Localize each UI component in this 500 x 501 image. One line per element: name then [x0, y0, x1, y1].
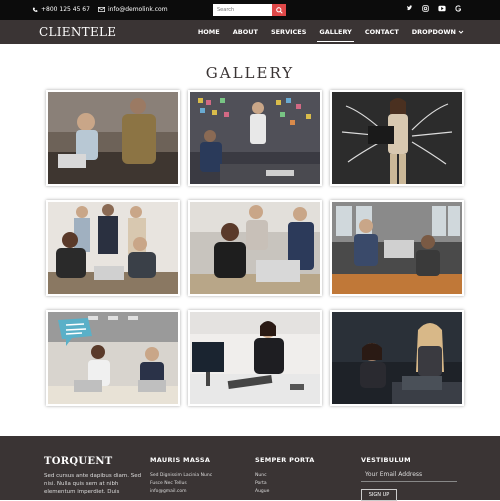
- gallery-image: [332, 92, 462, 184]
- mail-icon: [97, 7, 105, 12]
- gallery-title: GALLERY: [205, 64, 295, 82]
- footer-heading: TORQUENT: [44, 456, 113, 467]
- nav-menu: HOME ABOUT SERVICES GALLERY CONTACT DROP…: [198, 20, 464, 44]
- nav-dropdown-label: DROPDOWN: [411, 28, 456, 36]
- footer-link[interactable]: Porta: [255, 480, 315, 488]
- brand-logo[interactable]: CLIENTELE: [39, 25, 116, 39]
- footer-heading: VESTIBULUM: [361, 456, 411, 464]
- gallery-image: [48, 312, 178, 404]
- newsletter-email-input[interactable]: Your Email Address: [361, 471, 457, 482]
- social-links: [406, 5, 462, 12]
- search-input[interactable]: [213, 4, 273, 16]
- gallery-image: [190, 92, 320, 184]
- chevron-down-icon: [458, 30, 464, 34]
- search-icon: [275, 6, 283, 14]
- gallery-image: [332, 202, 462, 294]
- gallery-image: [190, 202, 320, 294]
- nav-gallery[interactable]: GALLERY: [317, 20, 355, 44]
- gallery-item[interactable]: [330, 310, 464, 406]
- contact-info: +800 125 45 67 info@demolink.com: [32, 6, 168, 13]
- gallery-item[interactable]: [330, 200, 464, 296]
- site-footer: TORQUENT Sed cursus ante dapibus diam. S…: [0, 436, 500, 501]
- gallery-item[interactable]: [330, 90, 464, 186]
- gallery-image: [332, 312, 462, 404]
- google-icon[interactable]: [455, 5, 462, 12]
- gallery-item[interactable]: [46, 90, 180, 186]
- signup-button[interactable]: SIGN UP: [361, 489, 397, 501]
- footer-link[interactable]: Augue: [255, 488, 315, 496]
- top-bar: +800 125 45 67 info@demolink.com: [0, 0, 500, 20]
- nav-home[interactable]: HOME: [198, 20, 220, 44]
- gallery-image: [48, 202, 178, 294]
- footer-link[interactable]: Fusce Nec Tellus: [150, 480, 212, 488]
- phone-icon: [32, 7, 38, 12]
- gallery-image: [48, 92, 178, 184]
- gallery-item[interactable]: [188, 310, 322, 406]
- nav-about[interactable]: ABOUT: [233, 20, 258, 44]
- email-contact[interactable]: info@demolink.com: [97, 6, 168, 13]
- main-navbar: CLIENTELE HOME ABOUT SERVICES GALLERY CO…: [0, 20, 500, 44]
- footer-heading: MAURIS MASSA: [150, 456, 211, 464]
- gallery-item[interactable]: [46, 200, 180, 296]
- nav-services[interactable]: SERVICES: [271, 20, 306, 44]
- nav-contact[interactable]: CONTACT: [365, 20, 399, 44]
- email-address: info@demolink.com: [107, 6, 168, 13]
- gallery-item[interactable]: [188, 200, 322, 296]
- phone-contact[interactable]: +800 125 45 67: [32, 6, 90, 13]
- nav-dropdown[interactable]: DROPDOWN: [412, 20, 464, 44]
- search-button[interactable]: [272, 4, 286, 16]
- footer-column-semper-porta: SEMPER PORTA Nunc Porta Augue: [255, 456, 315, 496]
- youtube-icon[interactable]: [438, 5, 446, 12]
- footer-link[interactable]: info@gmail.com: [150, 488, 212, 496]
- gallery-item[interactable]: [46, 310, 180, 406]
- footer-link[interactable]: Nunc: [255, 472, 315, 480]
- footer-link[interactable]: Sed Dignissim Lacinia Nunc: [150, 472, 212, 480]
- footer-column-vestibulum: VESTIBULUM Your Email Address SIGN UP: [361, 456, 457, 501]
- phone-number: +800 125 45 67: [41, 6, 90, 13]
- twitter-icon[interactable]: [406, 5, 413, 12]
- footer-text: Sed cursus ante dapibus diam. Sed nisi. …: [44, 473, 142, 495]
- gallery-image: [190, 312, 320, 404]
- footer-heading: SEMPER PORTA: [255, 456, 315, 464]
- gallery-item[interactable]: [188, 90, 322, 186]
- footer-column-mauris-massa: MAURIS MASSA Sed Dignissim Lacinia Nunc …: [150, 456, 212, 496]
- instagram-icon[interactable]: [422, 5, 429, 12]
- footer-column-torquent: TORQUENT Sed cursus ante dapibus diam. S…: [44, 456, 144, 496]
